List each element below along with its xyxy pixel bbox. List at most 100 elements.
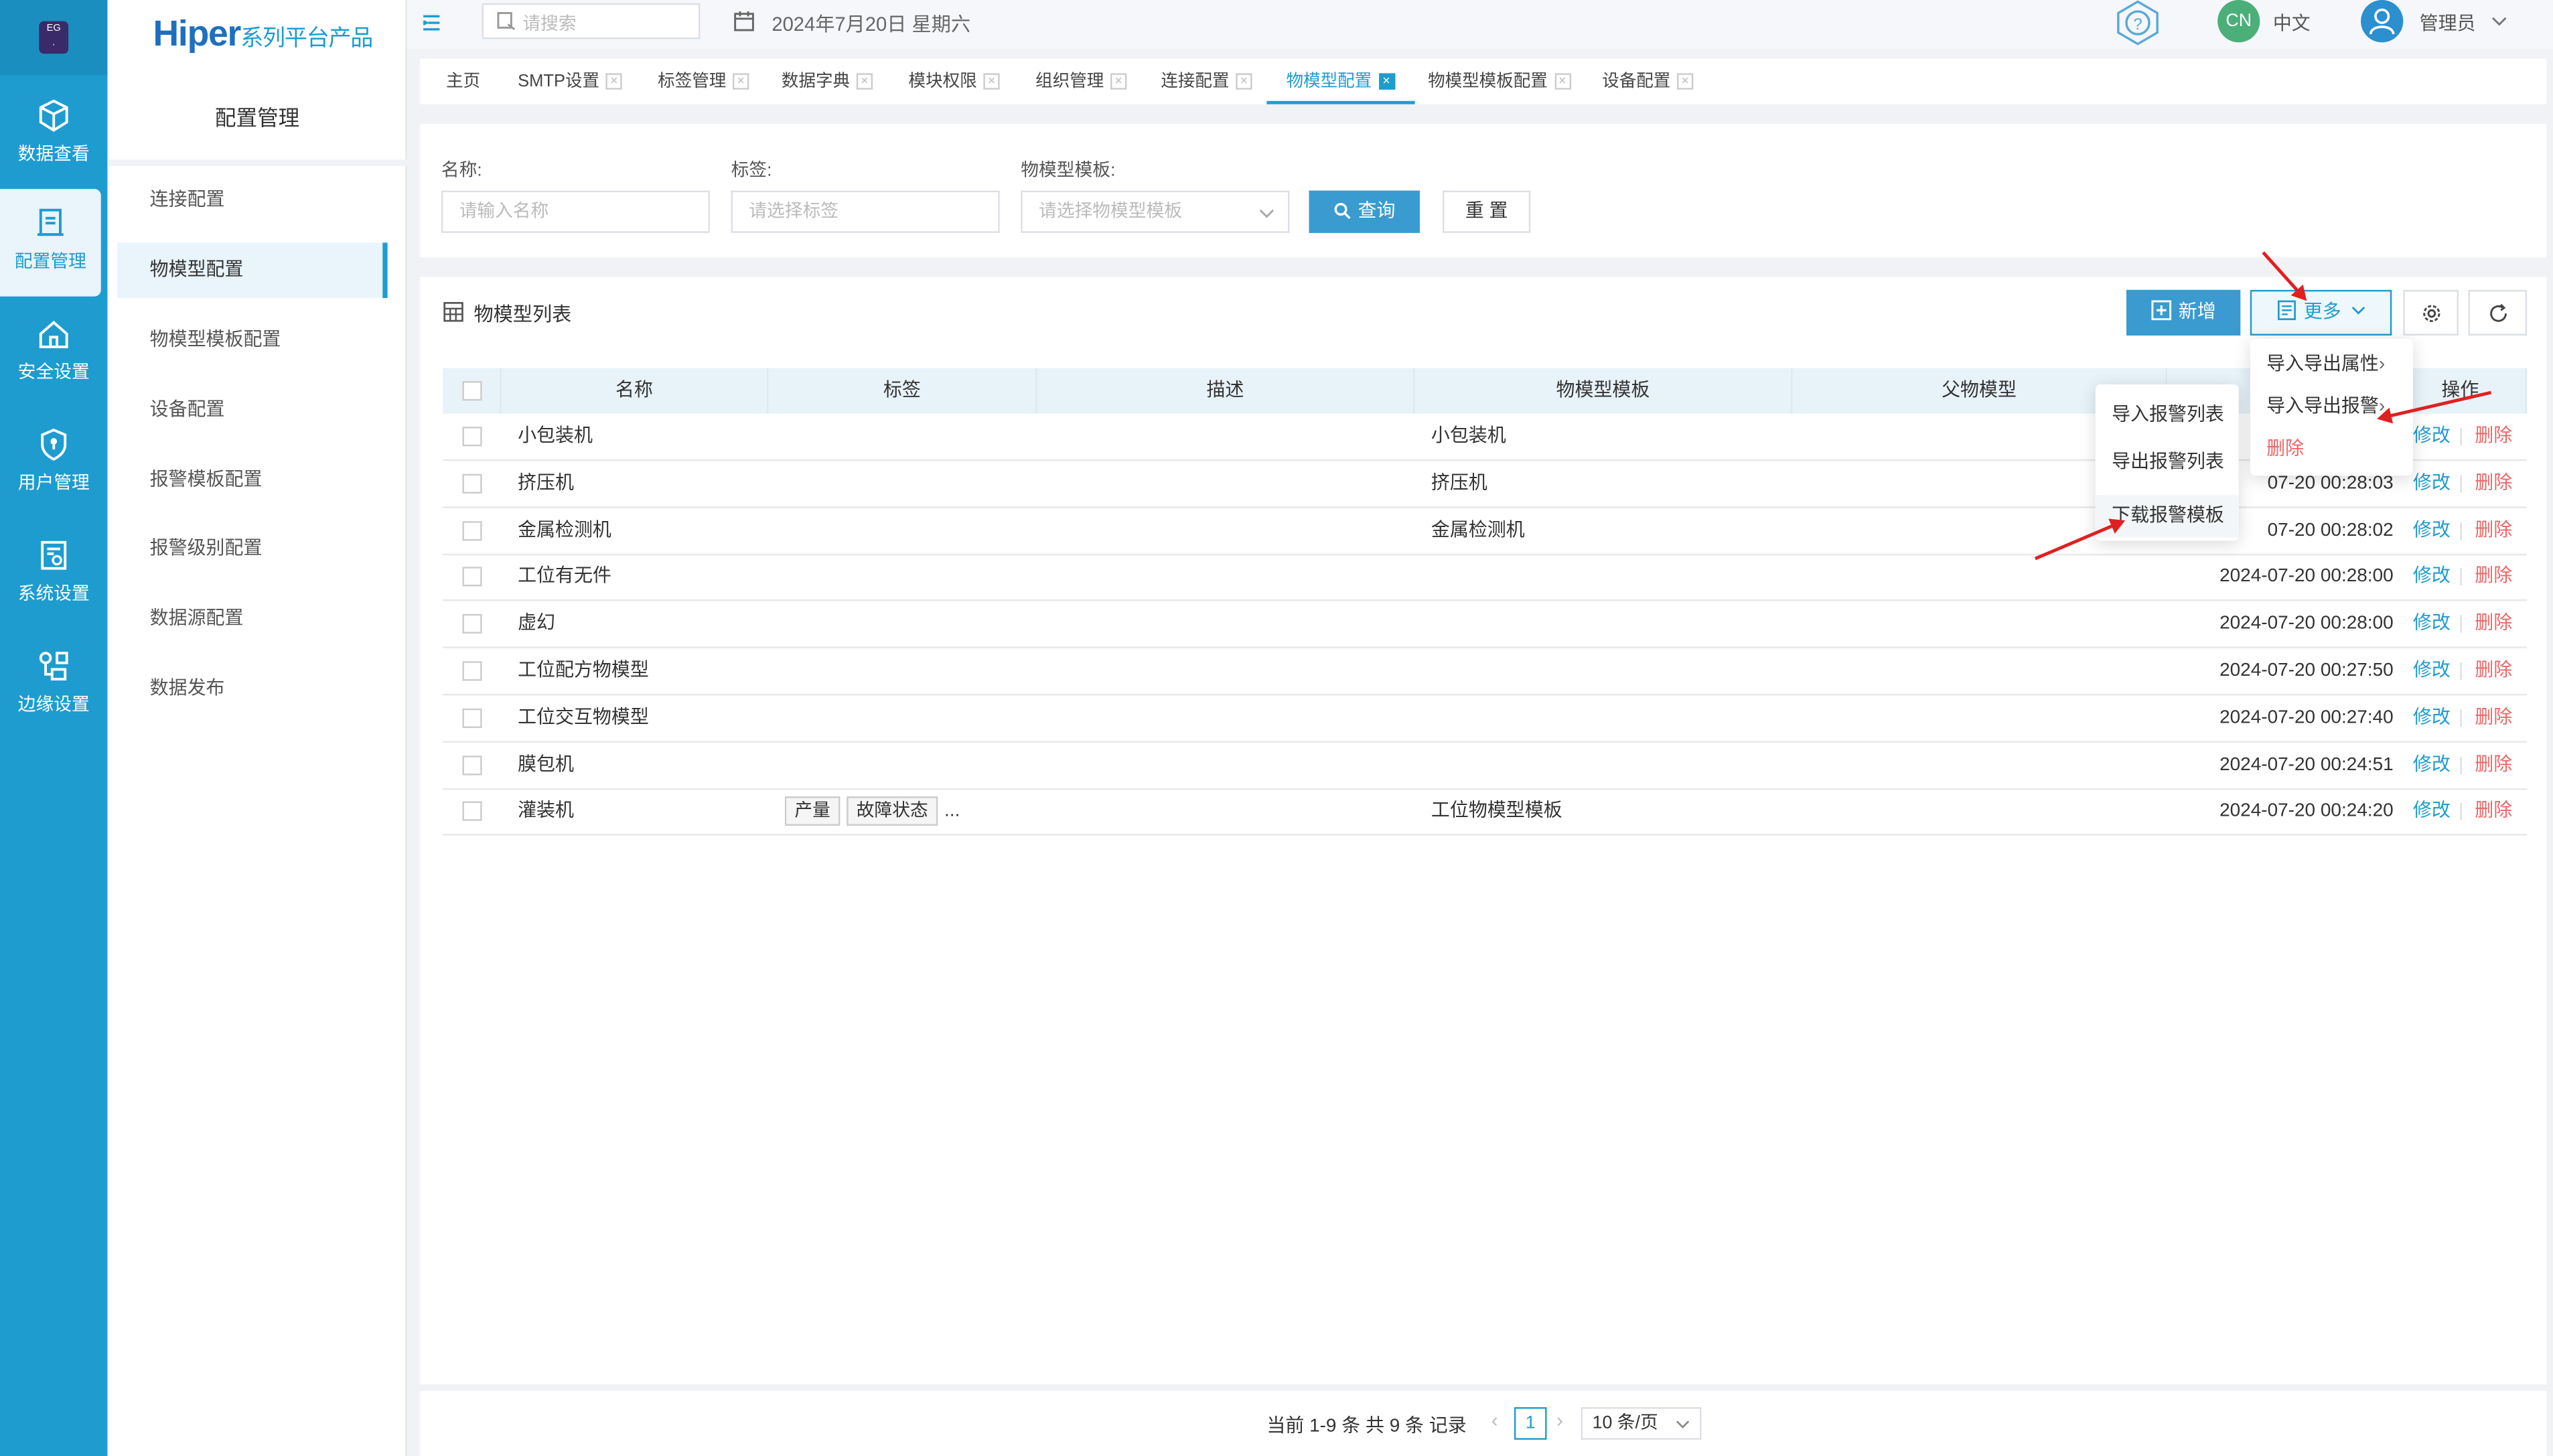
row-checkbox[interactable] (462, 520, 482, 540)
edit-link[interactable]: 修改 (2413, 508, 2451, 553)
row-checkbox[interactable] (462, 567, 482, 587)
language-badge[interactable]: CN (2217, 0, 2260, 43)
row-checkbox[interactable] (462, 474, 482, 494)
tag-select[interactable]: 请选择标签 (731, 190, 1000, 233)
close-icon[interactable]: × (1554, 73, 1571, 90)
tab-tags[interactable]: 标签管理 × (658, 59, 749, 104)
edit-link[interactable]: 修改 (2413, 414, 2451, 459)
sidebar-item-alarm-template[interactable]: 报警模板配置 (117, 453, 384, 508)
menu-toggle-icon[interactable] (420, 11, 443, 34)
rail-item-users[interactable]: 用户管理 (0, 411, 107, 518)
rail-item-edge[interactable]: 边缘设置 (0, 632, 107, 739)
tags-overflow[interactable]: ... (944, 802, 960, 821)
cell-name: 灌装机 (518, 802, 574, 822)
page-size-select[interactable]: 10 条/页 (1581, 1407, 1702, 1440)
close-icon[interactable]: × (856, 73, 873, 90)
close-icon[interactable]: × (1378, 73, 1395, 90)
delete-link[interactable]: 删除 (2475, 742, 2512, 788)
sidebar-item-thing-model-template[interactable]: 物模型模板配置 (117, 313, 384, 368)
menu-item-export-alarm-list[interactable]: 导出报警列表 (2096, 441, 2239, 484)
column-header-name[interactable]: 名称 (501, 368, 769, 414)
close-icon[interactable]: × (1236, 73, 1252, 90)
prev-page-icon[interactable]: ‹ (1491, 1409, 1498, 1432)
tab-dictionary[interactable]: 数据字典 × (782, 59, 873, 104)
rail-item-data-view[interactable]: 数据查看 (0, 82, 107, 189)
query-button[interactable]: 查询 (1309, 190, 1420, 233)
rail-item-config[interactable]: 配置管理 (0, 189, 101, 297)
tab-connection[interactable]: 连接配置 × (1161, 59, 1252, 104)
edit-link[interactable]: 修改 (2413, 601, 2451, 647)
global-search-input[interactable]: 请搜索 (482, 3, 701, 40)
row-checkbox[interactable] (462, 661, 482, 681)
delete-link[interactable]: 删除 (2475, 508, 2512, 553)
table-row[interactable]: 灌装机 产量 故障状态... 工位物模型模板 2024-07-20 00:24:20 修改… (443, 789, 2528, 836)
edit-link[interactable]: 修改 (2413, 789, 2451, 834)
more-button[interactable]: 更多 (2250, 289, 2392, 336)
page-number-current[interactable]: 1 (1514, 1407, 1547, 1440)
table-row[interactable]: 膜包机 2024-07-20 00:24:51 修改 | 删除 (443, 742, 2528, 790)
next-page-icon[interactable]: › (1556, 1409, 1563, 1432)
edit-link[interactable]: 修改 (2413, 555, 2451, 600)
tab-module-permissions[interactable]: 模块权限 × (909, 59, 1000, 104)
close-icon[interactable]: × (1110, 73, 1127, 90)
delete-link[interactable]: 删除 (2475, 601, 2512, 647)
table-row[interactable]: 工位有无件 2024-07-20 00:28:00 修改 | 删除 (443, 555, 2528, 602)
language-label[interactable]: 中文 (2273, 10, 2311, 36)
tab-device[interactable]: 设备配置 × (1602, 59, 1694, 104)
column-header-template[interactable]: 物模型模板 (1414, 368, 1793, 414)
delete-link[interactable]: 删除 (2475, 789, 2512, 834)
reset-button[interactable]: 重 置 (1442, 190, 1531, 233)
select-all-checkbox[interactable] (462, 381, 482, 401)
delete-link[interactable]: 删除 (2475, 695, 2512, 741)
tab-home[interactable]: 主页 (446, 59, 480, 104)
table-row[interactable]: 工位交互物模型 2024-07-20 00:27:40 修改 | 删除 (443, 695, 2528, 743)
cell-tags: 产量 故障状态... (784, 789, 960, 834)
edit-link[interactable]: 修改 (2413, 695, 2451, 741)
rail-item-security[interactable]: 安全设置 (0, 299, 107, 407)
delete-link[interactable]: 删除 (2475, 461, 2512, 506)
row-checkbox[interactable] (462, 427, 482, 447)
tab-organization[interactable]: 组织管理 × (1035, 59, 1127, 104)
sidebar-item-data-publish[interactable]: 数据发布 (117, 661, 384, 717)
name-input[interactable]: 请输入名称 (441, 190, 710, 233)
edit-link[interactable]: 修改 (2413, 461, 2451, 506)
tab-thing-model[interactable]: 物模型配置 × (1266, 59, 1414, 104)
sidebar-item-connection[interactable]: 连接配置 (117, 173, 384, 228)
edit-link[interactable]: 修改 (2413, 742, 2451, 788)
settings-button[interactable] (2403, 289, 2459, 336)
close-icon[interactable]: × (732, 73, 749, 90)
sidebar-item-datasource[interactable]: 数据源配置 (117, 591, 384, 647)
edit-link[interactable]: 修改 (2413, 648, 2451, 694)
sidebar-item-alarm-level[interactable]: 报警级别配置 (117, 521, 384, 577)
user-name[interactable]: 管理员 (2420, 10, 2476, 36)
template-select[interactable]: 请选择物模型模板 (1021, 190, 1290, 233)
tab-smtp[interactable]: SMTP设置 × (518, 59, 623, 104)
row-checkbox[interactable] (462, 708, 482, 728)
sidebar-item-device[interactable]: 设备配置 (117, 382, 384, 438)
pagination-summary: 当前 1-9 条 共 9 条 记录 (1266, 1416, 1467, 1437)
tab-thing-model-template[interactable]: 物模型模板配置 × (1428, 59, 1571, 104)
table-row[interactable]: 工位配方物模型 2024-07-20 00:27:50 修改 | 删除 (443, 648, 2528, 696)
avatar[interactable] (2361, 0, 2404, 43)
row-checkbox[interactable] (462, 614, 482, 634)
close-icon[interactable]: × (605, 73, 623, 90)
delete-link[interactable]: 删除 (2475, 648, 2512, 694)
column-header-tags[interactable]: 标签 (768, 368, 1037, 414)
delete-link[interactable]: 删除 (2475, 555, 2512, 600)
delete-link[interactable]: 删除 (2475, 414, 2512, 459)
rail-item-system[interactable]: 系统设置 (0, 521, 107, 628)
row-checkbox[interactable] (462, 802, 482, 822)
table-row[interactable]: 虚幻 2024-07-20 00:28:00 修改 | 删除 (443, 601, 2528, 649)
menu-item-import-export-attributes[interactable]: 导入导出属性› (2250, 344, 2413, 386)
chevron-down-icon[interactable] (2491, 13, 2507, 29)
menu-item-delete[interactable]: 删除 (2250, 429, 2413, 471)
help-icon[interactable]: ? (2114, 0, 2163, 46)
column-header-description[interactable]: 描述 (1037, 368, 1415, 414)
menu-item-import-alarm-list[interactable]: 导入报警列表 (2096, 394, 2239, 436)
refresh-button[interactable] (2468, 289, 2528, 336)
sidebar-item-thing-model[interactable]: 物模型配置 (117, 242, 388, 299)
add-button[interactable]: 新增 (2126, 289, 2241, 336)
close-icon[interactable]: × (1677, 73, 1694, 90)
row-checkbox[interactable] (462, 755, 482, 775)
close-icon[interactable]: × (983, 73, 1000, 90)
